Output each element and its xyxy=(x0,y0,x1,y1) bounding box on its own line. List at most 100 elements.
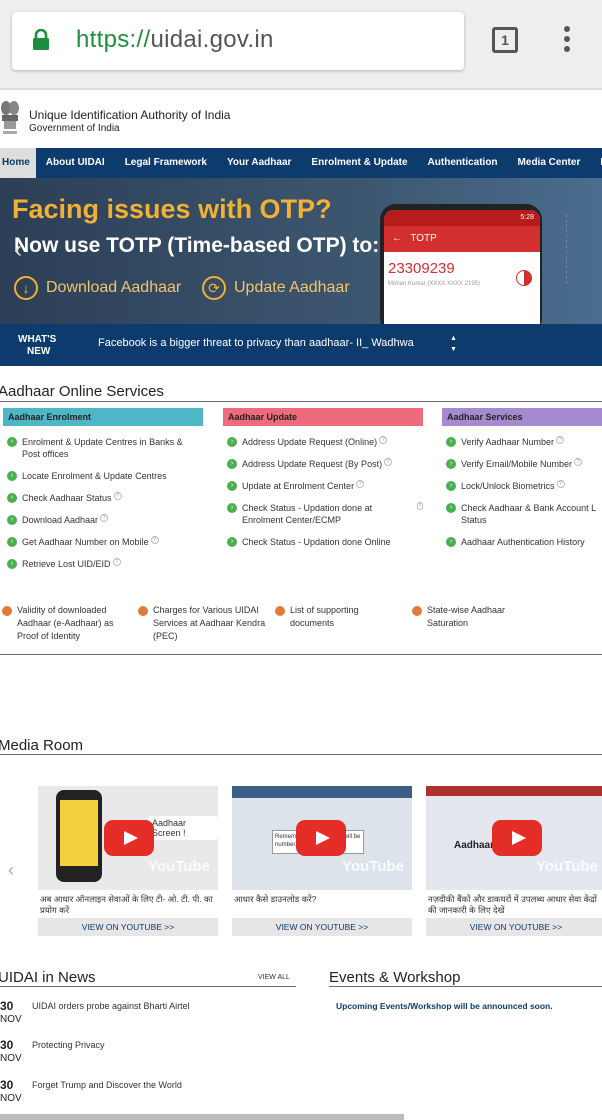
service-label: Verify Email/Mobile Number xyxy=(461,459,573,469)
service-link[interactable]: › Lock/Unlock Biometrics? xyxy=(442,480,602,492)
video-thumbnail[interactable]: Aadhaar Screen ! YouTube xyxy=(38,786,218,890)
update-column: Aadhaar Update › Address Update Request (… xyxy=(223,408,423,558)
news-link[interactable]: UIDAI orders probe against Bharti Airtel xyxy=(32,1001,190,1011)
help-icon[interactable]: ? xyxy=(556,480,565,488)
help-icon[interactable]: ? xyxy=(113,492,122,500)
news-date: 30 NOV xyxy=(0,1079,22,1105)
video-card[interactable]: Aadhaar Screen ! YouTube अब आधार ऑनलाइन … xyxy=(38,786,218,936)
services-bottom-divider xyxy=(0,654,602,655)
video-thumbnail[interactable]: Remember the password will be number. Yo… xyxy=(232,786,412,890)
nav-item-resources[interactable]: Resou xyxy=(590,148,602,178)
service-link[interactable]: › Address Update Request (By Post)? xyxy=(223,458,423,470)
nav-item-enrolment[interactable]: Enrolment & Update xyxy=(301,148,417,178)
extra-link[interactable]: List of supporting documents xyxy=(273,604,373,630)
nav-item-home[interactable]: Home xyxy=(0,148,36,178)
view-on-youtube-button[interactable]: VIEW ON YOUTUBE >> xyxy=(426,918,602,936)
service-label: Address Update Request (Online) xyxy=(242,437,378,447)
view-on-youtube-button[interactable]: VIEW ON YOUTUBE >> xyxy=(38,918,218,936)
help-icon[interactable]: ? xyxy=(384,458,393,466)
tab-switcher-button[interactable]: 1 xyxy=(492,27,518,53)
arrow-right-icon: › xyxy=(7,537,17,547)
service-link[interactable]: › Retrieve Lost UID/EID? xyxy=(3,558,203,570)
video-card[interactable]: Remember the password will be number. Yo… xyxy=(232,786,412,936)
help-icon[interactable]: ? xyxy=(379,436,388,444)
youtube-play-icon[interactable] xyxy=(104,820,154,856)
info-icon xyxy=(2,606,12,616)
sync-icon: ⟳ xyxy=(202,276,226,300)
nav-item-your-aadhaar[interactable]: Your Aadhaar xyxy=(217,148,301,178)
view-on-youtube-button[interactable]: VIEW ON YOUTUBE >> xyxy=(232,918,412,936)
ticker-arrows-icon[interactable]: ▲ ▼ xyxy=(450,333,457,355)
service-label: Enrolment & Update Centres in Banks & Po… xyxy=(22,437,183,459)
help-icon[interactable]: ? xyxy=(574,458,583,466)
download-aadhaar-link[interactable]: ↓ Download Aadhaar xyxy=(14,276,181,300)
tab-count: 1 xyxy=(501,32,509,48)
horizontal-scrollbar[interactable] xyxy=(0,1114,404,1120)
service-link[interactable]: › Check Aadhaar Status? xyxy=(3,492,203,504)
service-link[interactable]: › Address Update Request (Online)? xyxy=(223,436,423,448)
update-heading: Aadhaar Update xyxy=(223,408,423,426)
carousel-prev-arrow-icon[interactable]: ‹ xyxy=(8,860,14,881)
overflow-menu-icon[interactable] xyxy=(560,26,574,56)
carousel-prev-icon[interactable]: ‹ xyxy=(14,236,34,263)
help-icon[interactable]: ? xyxy=(150,536,159,544)
news-month: NOV xyxy=(0,1093,22,1104)
update-aadhaar-link[interactable]: ⟳ Update Aadhaar xyxy=(202,276,350,300)
arrow-right-icon: › xyxy=(7,471,17,481)
video-card[interactable]: Aadhaar YouTube नज़दीकी बैंकों और डाकघरो… xyxy=(426,786,602,936)
nav-item-about[interactable]: About UIDAI xyxy=(36,148,115,178)
update-label: Update Aadhaar xyxy=(234,279,350,296)
phone-header-label: TOTP xyxy=(410,233,437,244)
youtube-play-icon[interactable] xyxy=(296,820,346,856)
banner-decoration xyxy=(566,214,596,284)
url-host: uidai.gov.in xyxy=(150,26,274,53)
service-link[interactable]: › Check Status - Updation done Online xyxy=(223,536,423,548)
extra-label: State-wise Aadhaar Saturation xyxy=(427,605,506,628)
service-link[interactable]: › Enrolment & Update Centres in Banks & P… xyxy=(3,436,203,460)
service-link[interactable]: › Download Aadhaar? xyxy=(3,514,203,526)
nav-item-legal[interactable]: Legal Framework xyxy=(115,148,217,178)
help-icon[interactable]: ? xyxy=(416,502,423,510)
nav-item-media[interactable]: Media Center xyxy=(508,148,591,178)
nav-item-authentication[interactable]: Authentication xyxy=(418,148,508,178)
address-bar[interactable]: https://uidai.gov.in xyxy=(12,12,464,70)
download-label: Download Aadhaar xyxy=(46,279,182,296)
service-link[interactable]: › Locate Enrolment & Update Centres xyxy=(3,470,203,482)
service-link[interactable]: › Check Status - Updation done at Enrolme… xyxy=(223,502,423,526)
service-link[interactable]: › Update at Enrolment Center? xyxy=(223,480,423,492)
arrow-right-icon: › xyxy=(227,437,237,447)
extra-link[interactable]: Charges for Various UIDAI Services at Aa… xyxy=(136,604,268,643)
video-thumbnail[interactable]: Aadhaar YouTube xyxy=(426,786,602,890)
service-link[interactable]: › Verify Email/Mobile Number? xyxy=(442,458,602,470)
news-link[interactable]: Forget Trump and Discover the World xyxy=(32,1080,182,1090)
service-link[interactable]: › Check Aadhaar & Bank Account L Status xyxy=(442,502,602,526)
help-icon[interactable]: ? xyxy=(356,480,365,488)
extra-link[interactable]: State-wise Aadhaar Saturation xyxy=(410,604,520,630)
youtube-logo-text: YouTube xyxy=(536,858,598,875)
url-text: https://uidai.gov.in xyxy=(76,26,274,54)
arrow-right-icon: › xyxy=(227,481,237,491)
service-link[interactable]: › Aadhaar Authentication History xyxy=(442,536,602,548)
extra-label: Validity of downloaded Aadhaar (e-Aadhaa… xyxy=(17,605,114,641)
help-icon[interactable]: ? xyxy=(100,514,109,522)
news-link[interactable]: Protecting Privacy xyxy=(32,1040,105,1050)
news-title: UIDAI in News xyxy=(0,969,96,986)
phone-screen: 5:28 ← TOTP 23309239 Mohan Kumar (XXXX X… xyxy=(384,210,540,324)
service-link[interactable]: › Verify Aadhaar Number? xyxy=(442,436,602,448)
national-emblem-icon[interactable] xyxy=(0,98,22,138)
youtube-play-icon[interactable] xyxy=(492,820,542,856)
service-link[interactable]: › Get Aadhaar Number on Mobile? xyxy=(3,536,203,548)
service-label: Update at Enrolment Center xyxy=(242,481,355,491)
help-icon[interactable]: ? xyxy=(556,436,565,444)
service-label: Check Aadhaar Status xyxy=(22,493,112,503)
enrolment-heading: Aadhaar Enrolment xyxy=(3,408,203,426)
news-ticker[interactable]: Facebook is a bigger threat to privacy t… xyxy=(98,337,414,349)
video-caption: अब आधार ऑनलाइन सेवाओं के लिए टी- ओ. टी. … xyxy=(40,894,213,915)
service-label: Check Aadhaar & Bank Account L Status xyxy=(461,503,596,525)
extra-label: Charges for Various UIDAI Services at Aa… xyxy=(153,605,266,641)
view-all-link[interactable]: VIEW ALL xyxy=(258,974,290,981)
phone-illustration: 5:28 ← TOTP 23309239 Mohan Kumar (XXXX X… xyxy=(380,204,542,324)
hero-banner[interactable]: Facing issues with OTP? Now use TOTP (Ti… xyxy=(0,178,602,324)
help-icon[interactable]: ? xyxy=(112,558,121,566)
extra-link[interactable]: Validity of downloaded Aadhaar (e-Aadhaa… xyxy=(0,604,120,643)
